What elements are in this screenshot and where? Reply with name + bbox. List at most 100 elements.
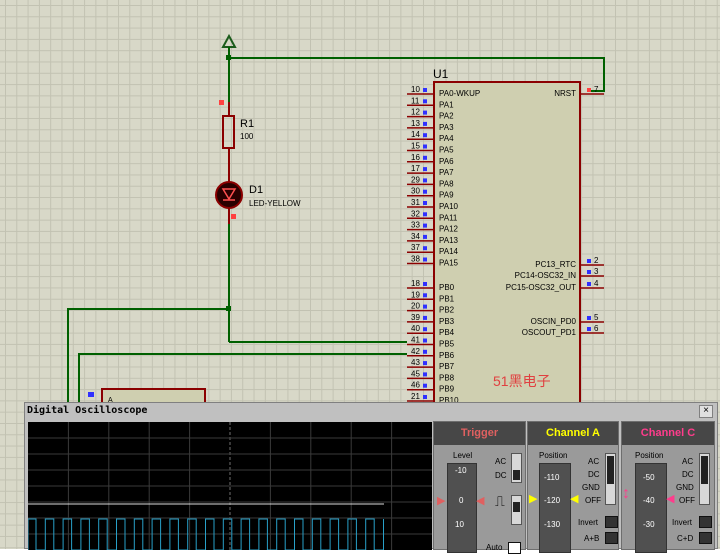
- channel-c-invert-label: Invert: [672, 518, 693, 527]
- channel-c-invert-button[interactable]: [699, 516, 712, 528]
- scope-grid: [28, 422, 432, 550]
- pin-name: NRST: [554, 89, 576, 98]
- trigger-coupling-switch[interactable]: [511, 453, 522, 483]
- pin-number: 41: [411, 336, 420, 345]
- pin-name: PA5: [439, 146, 454, 155]
- pin-number: 12: [411, 108, 420, 117]
- pin-number: 15: [411, 142, 420, 151]
- close-button[interactable]: ×: [699, 405, 713, 418]
- channel-c-off: OFF: [679, 496, 695, 505]
- pin-name: PA13: [439, 236, 459, 245]
- channel-c-marker-icon: ↕: [622, 485, 630, 502]
- d1-ref: D1: [249, 184, 263, 196]
- channel-a-marker-right-icon: ◀: [570, 493, 579, 505]
- channel-a-title: Channel A: [528, 422, 618, 445]
- pin-number: 39: [411, 313, 420, 322]
- resistor-r1[interactable]: R1 100: [219, 100, 254, 182]
- trigger-auto-button[interactable]: [508, 542, 521, 554]
- pin-number: 34: [411, 232, 420, 241]
- scope-screen[interactable]: [28, 422, 432, 550]
- pin-name: PB3: [439, 317, 455, 326]
- trigger-ac-label: AC: [495, 457, 507, 466]
- chip-u1[interactable]: U1 10 PA0-WKUP11 PA112 PA213 PA314 PA415 PA516…: [407, 67, 604, 413]
- led-d1[interactable]: D1 LED-YELLOW: [215, 181, 301, 224]
- trigger-marker-right-icon: ◀: [476, 495, 485, 507]
- channel-a-coupling-switch[interactable]: [605, 453, 616, 505]
- pin-name: OSCOUT_PD1: [522, 328, 577, 337]
- trigger-marker-left-icon: ▶: [437, 495, 446, 507]
- pin-number: 32: [411, 209, 420, 218]
- trigger-level-knob[interactable]: -10 0 10: [447, 463, 477, 553]
- channel-a-marker-left-icon: ▶: [529, 493, 538, 505]
- channel-c-scale-bottom: -30: [643, 520, 655, 529]
- channel-a-position-label: Position: [539, 451, 568, 460]
- channel-a-position-knob[interactable]: -110 -120 -130: [539, 463, 571, 553]
- trigger-level-label: Level: [453, 451, 473, 460]
- channel-a-scale-mid: -120: [544, 496, 561, 505]
- channel-a-dc: DC: [588, 470, 600, 479]
- pin-number: 5: [594, 313, 599, 322]
- trigger-dc-label: DC: [495, 471, 507, 480]
- pin-name: PA7: [439, 168, 454, 177]
- oscilloscope-title: Digital Oscilloscope: [27, 405, 148, 416]
- pin-number: 40: [411, 324, 420, 333]
- pin-name: PA2: [439, 112, 454, 121]
- pin-name: PA14: [439, 247, 459, 256]
- channel-c-dc: DC: [682, 470, 694, 479]
- pin-number: 46: [411, 381, 420, 390]
- pin-name: PA0-WKUP: [439, 89, 480, 98]
- power-terminal-icon[interactable]: [221, 33, 237, 58]
- pin-number: 10: [411, 85, 420, 94]
- pin-name: PC14-OSC32_IN: [515, 271, 577, 280]
- channel-c-gnd: GND: [676, 483, 694, 492]
- pin-number: 6: [594, 324, 599, 333]
- pin-number: 2: [594, 256, 599, 265]
- pin-number: 17: [411, 164, 420, 173]
- pin-number: 14: [411, 130, 420, 139]
- channel-c-title: Channel C: [622, 422, 714, 445]
- pin-number: 43: [411, 358, 420, 367]
- pin-name: PA11: [439, 213, 458, 222]
- u1-ref: U1: [433, 67, 449, 81]
- channel-c-trace: [28, 518, 384, 550]
- pin-number: 16: [411, 153, 420, 162]
- trigger-scale-mid: 0: [459, 496, 464, 505]
- oscilloscope-window[interactable]: Digital Oscilloscope × Trigger Level -10…: [24, 402, 718, 554]
- channel-a-invert-button[interactable]: [605, 516, 618, 528]
- pin-number: 42: [411, 347, 420, 356]
- pin-number: 4: [594, 279, 599, 288]
- pin-name: PB9: [439, 385, 455, 394]
- channel-a-invert-label: Invert: [578, 518, 599, 527]
- trigger-edge-switch[interactable]: [511, 495, 522, 525]
- pin-number: 13: [411, 119, 420, 128]
- pin-number: 3: [594, 267, 599, 276]
- channel-c-panel: Channel C Position -50 -40 -30 ↕ ◀ AC DC…: [621, 421, 715, 553]
- channel-c-position-knob[interactable]: -50 -40 -30: [635, 463, 667, 553]
- pin-name: PC13_RTC: [535, 260, 576, 269]
- pin-name: PA3: [439, 123, 454, 132]
- channel-c-scale-top: -50: [643, 473, 655, 482]
- scope-display: [28, 422, 432, 550]
- channel-c-ac: AC: [682, 457, 694, 466]
- pin-number: 18: [411, 279, 420, 288]
- pin-name: PA1: [439, 100, 454, 109]
- trigger-panel: Trigger Level -10 0 10 ▶ ◀ AC DC ⎍ Auto: [433, 421, 526, 554]
- channel-a-sum-button[interactable]: [605, 532, 618, 544]
- channel-c-coupling-switch[interactable]: [699, 453, 710, 505]
- pin-name: PA10: [439, 202, 459, 211]
- pin-name: PB1: [439, 294, 455, 303]
- pin-name: PB6: [439, 351, 455, 360]
- channel-a-sum-label: A+B: [584, 534, 600, 543]
- pin-number: 21: [411, 392, 420, 401]
- channel-c-scale-mid: -40: [643, 496, 655, 505]
- pin-name: PA8: [439, 179, 454, 188]
- pin-name: PA4: [439, 134, 454, 143]
- channel-c-sum-button[interactable]: [699, 532, 712, 544]
- pin-number: 33: [411, 221, 420, 230]
- channel-a-scale-top: -110: [544, 473, 560, 482]
- pin-number: 20: [411, 302, 420, 311]
- pin-name: PB8: [439, 373, 455, 382]
- trigger-auto-label: Auto: [486, 543, 503, 552]
- pin-name: PA9: [439, 191, 454, 200]
- pin-name: PB0: [439, 283, 455, 292]
